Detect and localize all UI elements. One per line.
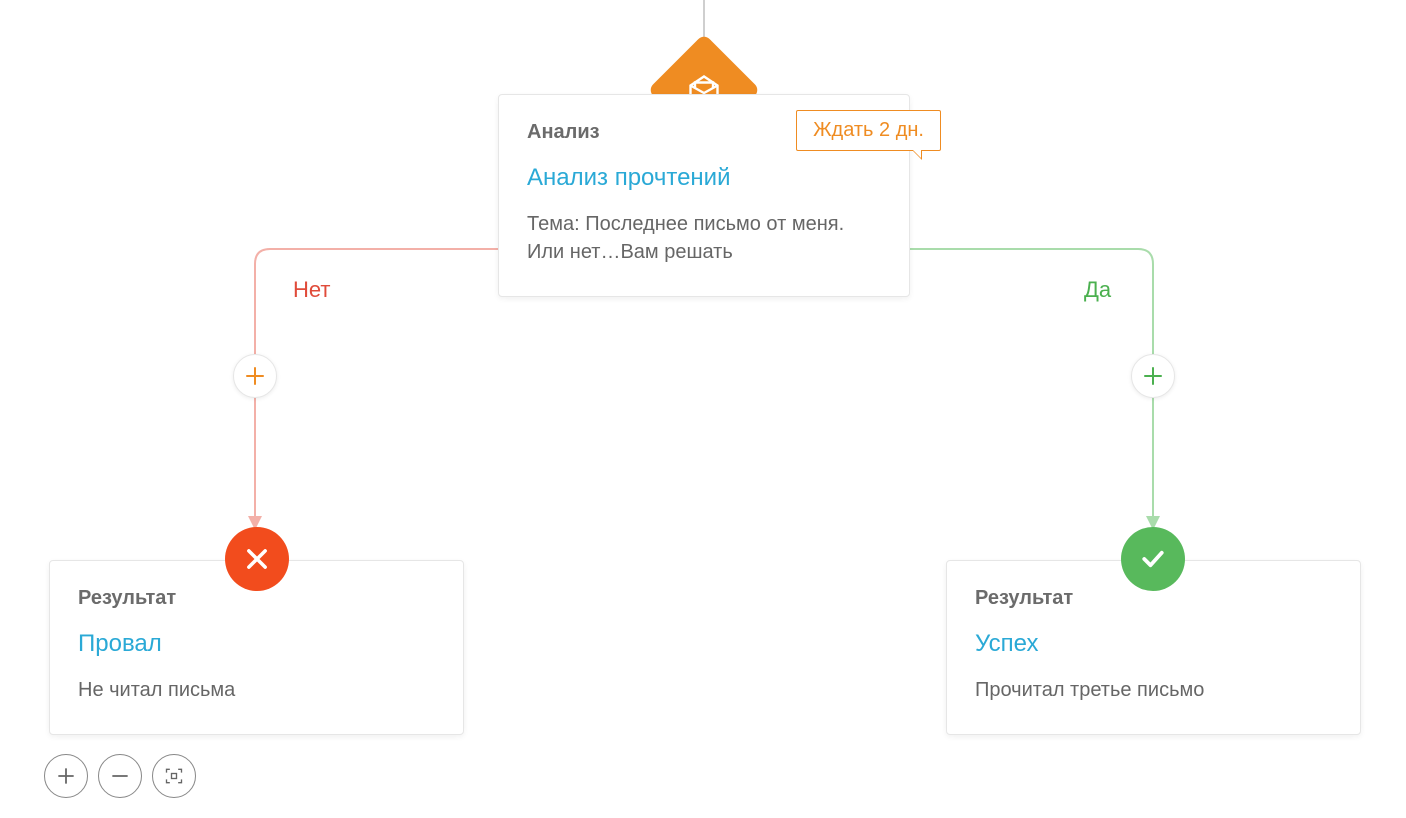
wait-badge[interactable]: Ждать 2 дн. [796,110,941,151]
minus-icon [111,767,129,785]
fail-node-body: Не читал письма [78,676,435,704]
plus-icon [246,367,264,385]
success-node-body: Прочитал третье письмо [975,676,1332,704]
fit-screen-button[interactable] [152,754,196,798]
check-icon [1138,544,1168,574]
plus-icon [1144,367,1162,385]
fit-screen-icon [164,766,184,786]
analysis-node-card[interactable]: Ждать 2 дн. Анализ Анализ прочтений Тема… [498,94,910,297]
analysis-node-title[interactable]: Анализ прочтений [527,164,881,192]
zoom-out-button[interactable] [98,754,142,798]
add-node-no-button[interactable] [233,354,277,398]
success-node-card[interactable]: Результат Успех Прочитал третье письмо [946,560,1361,735]
plus-icon [57,767,75,785]
fail-badge-icon [225,527,289,591]
success-badge-icon [1121,527,1185,591]
add-node-yes-button[interactable] [1131,354,1175,398]
success-node-title[interactable]: Успех [975,630,1332,658]
branch-label-no: Нет [293,277,330,303]
branch-label-yes: Да [1084,277,1111,303]
zoom-controls [44,754,196,798]
close-icon [243,545,271,573]
fail-node-title[interactable]: Провал [78,630,435,658]
fail-node-card[interactable]: Результат Провал Не читал письма [49,560,464,735]
zoom-in-button[interactable] [44,754,88,798]
analysis-node-body: Тема: Последнее письмо от меня. Или нет…… [527,210,881,266]
